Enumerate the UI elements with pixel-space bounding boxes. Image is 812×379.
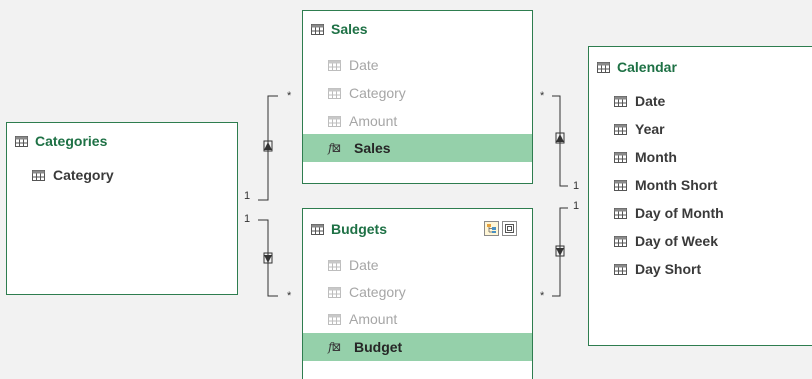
field-label: Day of Month (635, 205, 724, 221)
table-sales[interactable]: Sales Date Category Amount f⊠ Sales (302, 10, 533, 184)
field-icon (328, 87, 341, 99)
table-categories[interactable]: Categories Category (6, 122, 238, 295)
table-header[interactable]: Categories (15, 133, 107, 149)
field-row[interactable]: Day of Month (589, 199, 812, 227)
cardinality-one: 1 (573, 200, 580, 212)
table-title: Categories (35, 133, 108, 149)
field-label: Date (349, 257, 379, 273)
measure-row[interactable]: f⊠ Sales (303, 134, 532, 162)
table-icon (311, 23, 324, 35)
field-row[interactable]: Date (303, 51, 532, 79)
field-icon (32, 169, 45, 181)
filter-arrow-icon (264, 255, 272, 263)
table-title: Sales (331, 21, 368, 37)
table-header[interactable]: Sales (311, 21, 368, 37)
table-header[interactable]: Calendar (597, 59, 677, 75)
relationship-calendar-sales[interactable] (552, 95, 568, 187)
field-icon (614, 235, 627, 247)
cardinality-many: * (287, 290, 292, 302)
relationship-categories-sales[interactable] (258, 95, 278, 201)
field-icon (614, 95, 627, 107)
table-title: Calendar (617, 59, 677, 75)
table-icon (15, 135, 28, 147)
measure-row[interactable]: f⊠ Budget (303, 333, 532, 361)
table-header[interactable]: Budgets (311, 221, 387, 237)
measure-label: Sales (354, 140, 391, 156)
field-row[interactable]: Amount (303, 107, 532, 135)
field-row[interactable]: Date (303, 251, 532, 279)
field-icon (614, 179, 627, 191)
table-icon (311, 223, 324, 235)
field-icon (614, 263, 627, 275)
table-title: Budgets (331, 221, 387, 237)
field-row[interactable]: Category (7, 161, 237, 189)
cardinality-one: 1 (244, 213, 251, 225)
field-row[interactable]: Date (589, 87, 812, 115)
table-icon (597, 61, 610, 73)
cardinality-many: * (540, 90, 545, 102)
field-label: Day Short (635, 261, 702, 277)
field-label: Month (635, 149, 677, 165)
cardinality-many: * (540, 290, 545, 302)
cardinality-one: 1 (573, 180, 580, 192)
field-row[interactable]: Category (303, 278, 532, 306)
field-row[interactable]: Day of Week (589, 227, 812, 255)
measure-icon: f⊠ (328, 141, 342, 155)
relationship-categories-budgets[interactable] (258, 219, 278, 297)
table-budgets[interactable]: Budgets Date Category Amount f⊠ Budget (302, 208, 533, 379)
field-label: Category (53, 167, 114, 183)
field-row[interactable]: Category (303, 79, 532, 107)
cardinality-one: 1 (244, 190, 251, 202)
filter-arrow-icon (556, 134, 564, 142)
field-label: Date (635, 93, 666, 109)
field-icon (328, 313, 341, 325)
field-label: Month Short (635, 177, 718, 193)
measure-label: Budget (354, 339, 403, 355)
field-icon (614, 207, 627, 219)
field-row[interactable]: Month (589, 143, 812, 171)
measure-icon: f⊠ (328, 340, 342, 354)
field-row[interactable]: Year (589, 115, 812, 143)
fit-icon[interactable] (502, 221, 517, 236)
field-icon (328, 115, 341, 127)
field-row[interactable]: Month Short (589, 171, 812, 199)
field-label: Category (349, 284, 406, 300)
field-row[interactable]: Day Short (589, 255, 812, 283)
field-icon (328, 59, 341, 71)
field-icon (328, 286, 341, 298)
field-icon (328, 259, 341, 271)
field-row[interactable]: Amount (303, 305, 532, 333)
field-label: Amount (349, 113, 398, 129)
table-calendar[interactable]: Calendar Date Year Month Month Short Day… (588, 46, 812, 346)
filter-arrow-icon (264, 142, 272, 150)
field-label: Day of Week (635, 233, 718, 249)
field-label: Date (349, 57, 379, 73)
cardinality-many: * (287, 90, 292, 102)
field-icon (614, 151, 627, 163)
field-label: Year (635, 121, 665, 137)
filter-arrow-icon (556, 248, 564, 256)
field-label: Category (349, 85, 406, 101)
field-icon (614, 123, 627, 135)
hierarchy-icon[interactable] (484, 221, 499, 236)
relationship-calendar-budgets[interactable] (552, 207, 568, 297)
field-label: Amount (349, 311, 398, 327)
